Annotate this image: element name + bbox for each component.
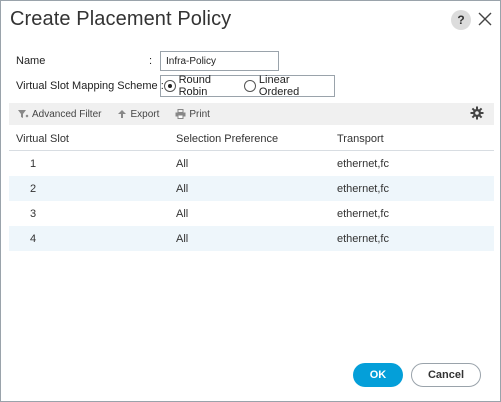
print-button[interactable]: Print <box>175 109 210 120</box>
ok-button[interactable]: OK <box>353 363 403 387</box>
table-row[interactable]: 3 All ethernet,fc <box>9 201 494 226</box>
name-input[interactable] <box>160 51 279 71</box>
column-header-transport[interactable]: Transport <box>337 133 494 145</box>
cell-transport: ethernet,fc <box>337 182 389 195</box>
cell-transport: ethernet,fc <box>337 207 389 220</box>
column-header-virtual-slot[interactable]: Virtual Slot <box>9 133 176 145</box>
cell-virtual-slot: 1 <box>30 157 37 170</box>
cell-selection-preference: All <box>176 157 189 170</box>
table-row[interactable]: 2 All ethernet,fc <box>9 176 494 201</box>
table-row[interactable]: 4 All ethernet,fc <box>9 226 494 251</box>
filter-icon <box>18 110 29 118</box>
cell-selection-preference: All <box>176 207 189 220</box>
create-placement-policy-dialog: Create Placement Policy ? Name : Virtual… <box>0 0 501 402</box>
linear-ordered-radio[interactable]: Linear Ordered <box>244 74 330 98</box>
advanced-filter-button[interactable]: Advanced Filter <box>17 109 101 120</box>
virtual-slot-mapping-scheme-label: Virtual Slot Mapping Scheme : <box>16 80 164 92</box>
cell-transport: ethernet,fc <box>337 157 389 170</box>
cell-virtual-slot: 2 <box>30 182 37 195</box>
export-label: Export <box>130 108 160 120</box>
help-button[interactable]: ? <box>451 10 471 30</box>
cell-selection-preference: All <box>176 182 189 195</box>
close-icon[interactable] <box>475 9 495 29</box>
table-toolbar: Advanced Filter Export Print <box>9 103 494 125</box>
name-colon: : <box>149 55 153 67</box>
advanced-filter-label: Advanced Filter <box>32 108 102 120</box>
column-header-selection-preference[interactable]: Selection Preference <box>176 133 337 145</box>
cell-virtual-slot: 4 <box>30 232 37 245</box>
cell-selection-preference: All <box>176 232 189 245</box>
name-label: Name <box>16 55 46 67</box>
export-icon <box>118 110 127 118</box>
cell-transport: ethernet,fc <box>337 232 389 245</box>
radio-unselected-icon <box>244 80 256 92</box>
export-button[interactable]: Export <box>117 109 159 120</box>
mapping-scheme-radio-group: Round Robin Linear Ordered <box>160 74 335 98</box>
round-robin-label: Round Robin <box>178 74 212 98</box>
print-label: Print <box>189 108 210 120</box>
radio-selected-icon <box>164 80 176 92</box>
virtual-slot-table: Virtual Slot Selection Preference Transp… <box>9 127 494 251</box>
linear-ordered-label: Linear Ordered <box>258 74 300 98</box>
table-header: Virtual Slot Selection Preference Transp… <box>9 127 494 151</box>
table-row[interactable]: 1 All ethernet,fc <box>9 151 494 176</box>
cancel-button[interactable]: Cancel <box>411 363 481 387</box>
print-icon <box>175 109 186 119</box>
dialog-title: Create Placement Policy <box>10 8 232 30</box>
round-robin-radio[interactable]: Round Robin <box>164 74 240 98</box>
gear-icon[interactable] <box>470 106 484 123</box>
cell-virtual-slot: 3 <box>30 207 37 220</box>
